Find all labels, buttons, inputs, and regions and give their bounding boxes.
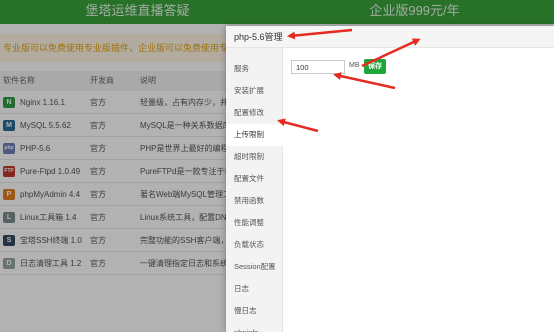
sidebar-item[interactable]: 负载状态 xyxy=(226,234,283,256)
php-manage-dialog: php-5.6管理 服务 安装扩展 配置修改 上传限制 超时限制 配置文件 禁用函数 性能调整… xyxy=(226,26,554,332)
sidebar-item[interactable]: 配置修改 xyxy=(226,102,283,124)
dialog-title: php-5.6管理 xyxy=(226,26,554,48)
sidebar-item[interactable]: 慢日志 xyxy=(226,300,283,322)
upload-limit-panel: MB 保存 xyxy=(283,48,554,332)
save-button[interactable]: 保存 xyxy=(364,59,386,74)
upload-limit-input[interactable] xyxy=(291,60,345,74)
sidebar-item[interactable]: phpinfo xyxy=(226,322,283,332)
sidebar-item[interactable]: 性能调整 xyxy=(226,212,283,234)
sidebar-item[interactable]: 上传限制 xyxy=(226,124,283,146)
sidebar-item[interactable]: 日志 xyxy=(226,278,283,300)
dialog-sidebar: 服务 安装扩展 配置修改 上传限制 超时限制 配置文件 禁用函数 性能调整 负载状态 Sessio… xyxy=(226,48,283,332)
sidebar-item[interactable]: 安装扩展 xyxy=(226,80,283,102)
unit-label: MB xyxy=(349,62,360,69)
sidebar-item[interactable]: 禁用函数 xyxy=(226,190,283,212)
sidebar-item[interactable]: Session配置 xyxy=(226,256,283,278)
sidebar-item[interactable]: 服务 xyxy=(226,58,283,80)
sidebar-item[interactable]: 配置文件 xyxy=(226,168,283,190)
sidebar-item[interactable]: 超时限制 xyxy=(226,146,283,168)
